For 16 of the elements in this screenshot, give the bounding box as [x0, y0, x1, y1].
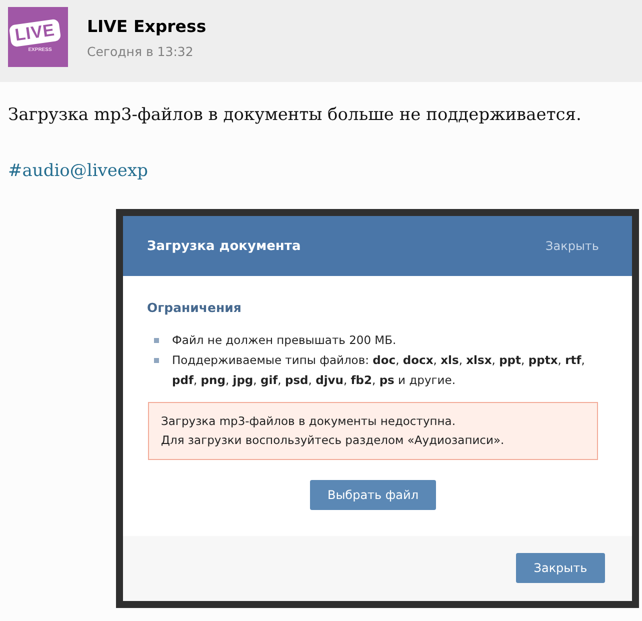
author-name[interactable]: LIVE Express	[87, 17, 206, 37]
dialog-title: Загрузка документа	[147, 238, 301, 254]
close-link[interactable]: Закрыть	[546, 239, 599, 253]
error-text: Для загрузки воспользуйтесь разделом «Аудиозаписи».	[161, 432, 506, 449]
logo-text: LIVE	[8, 18, 62, 47]
post-text: Загрузка mp3-файлов в документы больше не поддерживается.	[7, 104, 582, 126]
post-time[interactable]: Сегодня в 13:32	[87, 44, 206, 60]
hashtag-link[interactable]: #audio@liveexp	[8, 161, 148, 181]
choose-file-button[interactable]: Выбрать файл	[310, 480, 436, 510]
section-title: Ограничения	[147, 300, 242, 316]
rule-text: Поддерживаемые типы файлов: doc, docx, xls, xlsx, ppt, pptx, rtf, pdf, png, jpg, gif, psd, djvu, fb2, ps и другие.	[172, 352, 586, 389]
rule-text: Файл не должен превышать 200 МБ.	[172, 332, 396, 349]
bullet-icon	[154, 358, 159, 363]
close-button[interactable]: Закрыть	[516, 553, 605, 583]
bullet-icon	[154, 338, 159, 343]
error-text: Загрузка mp3-файлов в документы недоступна.	[161, 413, 456, 430]
